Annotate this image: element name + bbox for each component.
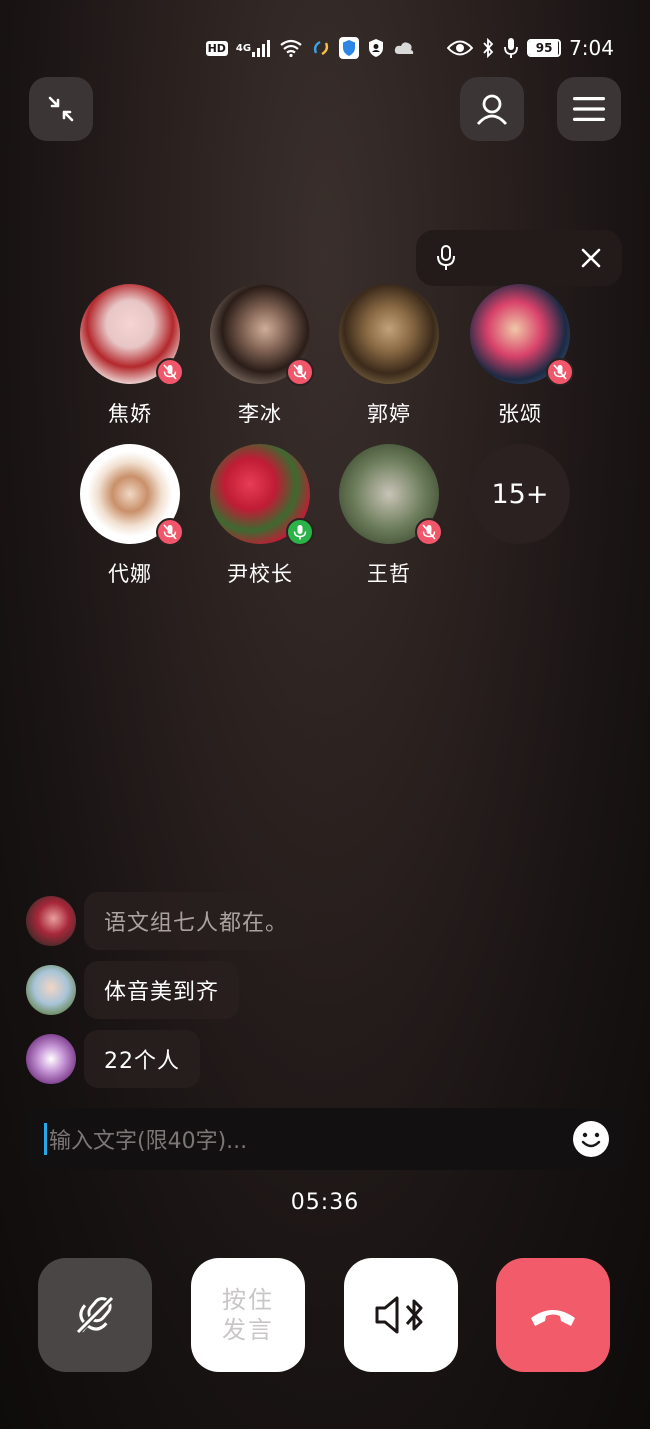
- input-placeholder: 输入文字(限40字)...: [49, 1129, 248, 1154]
- shield-icon: [339, 37, 360, 59]
- participant-tile[interactable]: 李冰: [195, 284, 325, 428]
- avatar: [80, 444, 184, 546]
- participant-name: 焦娇: [108, 402, 152, 426]
- avatar: [26, 965, 76, 1015]
- mic-muted-icon: [156, 358, 184, 386]
- chat-message: 语文组七人都在。: [26, 892, 309, 950]
- call-timer: 05:36: [290, 1190, 360, 1215]
- participant-tile[interactable]: 郭婷: [324, 284, 454, 428]
- avatar: [26, 896, 76, 946]
- message-input[interactable]: 输入文字(限40字)...: [26, 1108, 624, 1170]
- mic-status-toast: [416, 230, 622, 286]
- emoji-icon[interactable]: [572, 1120, 610, 1158]
- person-icon: [476, 94, 508, 125]
- close-icon[interactable]: [580, 247, 602, 269]
- chat-bubble: 22个人: [84, 1030, 200, 1088]
- microphone-icon: [503, 37, 519, 59]
- status-bar: HD 4G 95 7:04: [205, 30, 614, 66]
- chat-bubble: 体音美到齐: [84, 961, 240, 1019]
- participant-tile[interactable]: 代娜: [65, 444, 195, 588]
- minimize-button[interactable]: [29, 77, 93, 141]
- mic-on-icon: [286, 518, 314, 546]
- battery-level: 95: [535, 41, 553, 55]
- bluetooth-speaker-icon: [375, 1296, 423, 1334]
- participant-tile[interactable]: 张颂: [455, 284, 585, 428]
- hamburger-icon: [573, 97, 605, 121]
- participant-tile[interactable]: 焦娇: [65, 284, 195, 428]
- signal-icon: 4G: [236, 39, 271, 57]
- mic-muted-icon: [286, 358, 314, 386]
- eye-icon: [447, 39, 474, 57]
- participant-name: 王哲: [367, 562, 411, 586]
- hang-up-icon: [531, 1310, 575, 1326]
- hd-icon: HD: [205, 40, 228, 56]
- sync-icon: [311, 38, 331, 58]
- participant-name: 尹校长: [227, 562, 293, 586]
- hold-to-talk-label: 按住发言: [222, 1286, 274, 1344]
- vpn-icon: [367, 38, 385, 58]
- bluetooth-audio-button[interactable]: [344, 1258, 458, 1372]
- avatar: [210, 284, 314, 386]
- avatar: [80, 284, 184, 386]
- minimize-icon: [48, 96, 74, 122]
- more-participants-button[interactable]: 15+: [455, 444, 585, 544]
- mic-muted-icon: [546, 358, 574, 386]
- avatar: [339, 284, 439, 384]
- avatar: [470, 284, 574, 386]
- avatar: [339, 444, 443, 546]
- clock: 7:04: [569, 36, 614, 60]
- chat-message: 22个人: [26, 1030, 200, 1088]
- chat-bubble: 语文组七人都在。: [84, 892, 309, 950]
- profile-button[interactable]: [460, 77, 524, 141]
- chat-message: 体音美到齐: [26, 961, 240, 1019]
- bluetooth-icon: [481, 38, 495, 58]
- mic-muted-icon: [156, 518, 184, 546]
- avatar: [26, 1034, 76, 1084]
- hang-up-button[interactable]: [496, 1258, 610, 1372]
- avatar: [210, 444, 314, 546]
- hold-to-talk-button[interactable]: 按住发言: [191, 1258, 305, 1372]
- microphone-icon: [437, 245, 455, 270]
- participant-tile[interactable]: 王哲: [324, 444, 454, 588]
- menu-button[interactable]: [557, 77, 621, 141]
- text-caret: [44, 1123, 47, 1155]
- mic-muted-icon: [415, 518, 443, 546]
- participant-name: 李冰: [238, 402, 282, 426]
- battery-icon: 95: [527, 39, 562, 57]
- participant-name: 郭婷: [367, 402, 411, 426]
- participant-tile[interactable]: 尹校长: [195, 444, 325, 588]
- network-type: 4G: [235, 42, 252, 54]
- mic-toggle-button[interactable]: [38, 1258, 152, 1372]
- cloud-icon: [393, 40, 415, 56]
- microphone-off-icon: [75, 1295, 115, 1335]
- wifi-icon: [279, 39, 303, 57]
- more-count: 15+: [470, 444, 570, 544]
- participant-name: 张颂: [498, 402, 542, 426]
- participant-name: 代娜: [108, 562, 152, 586]
